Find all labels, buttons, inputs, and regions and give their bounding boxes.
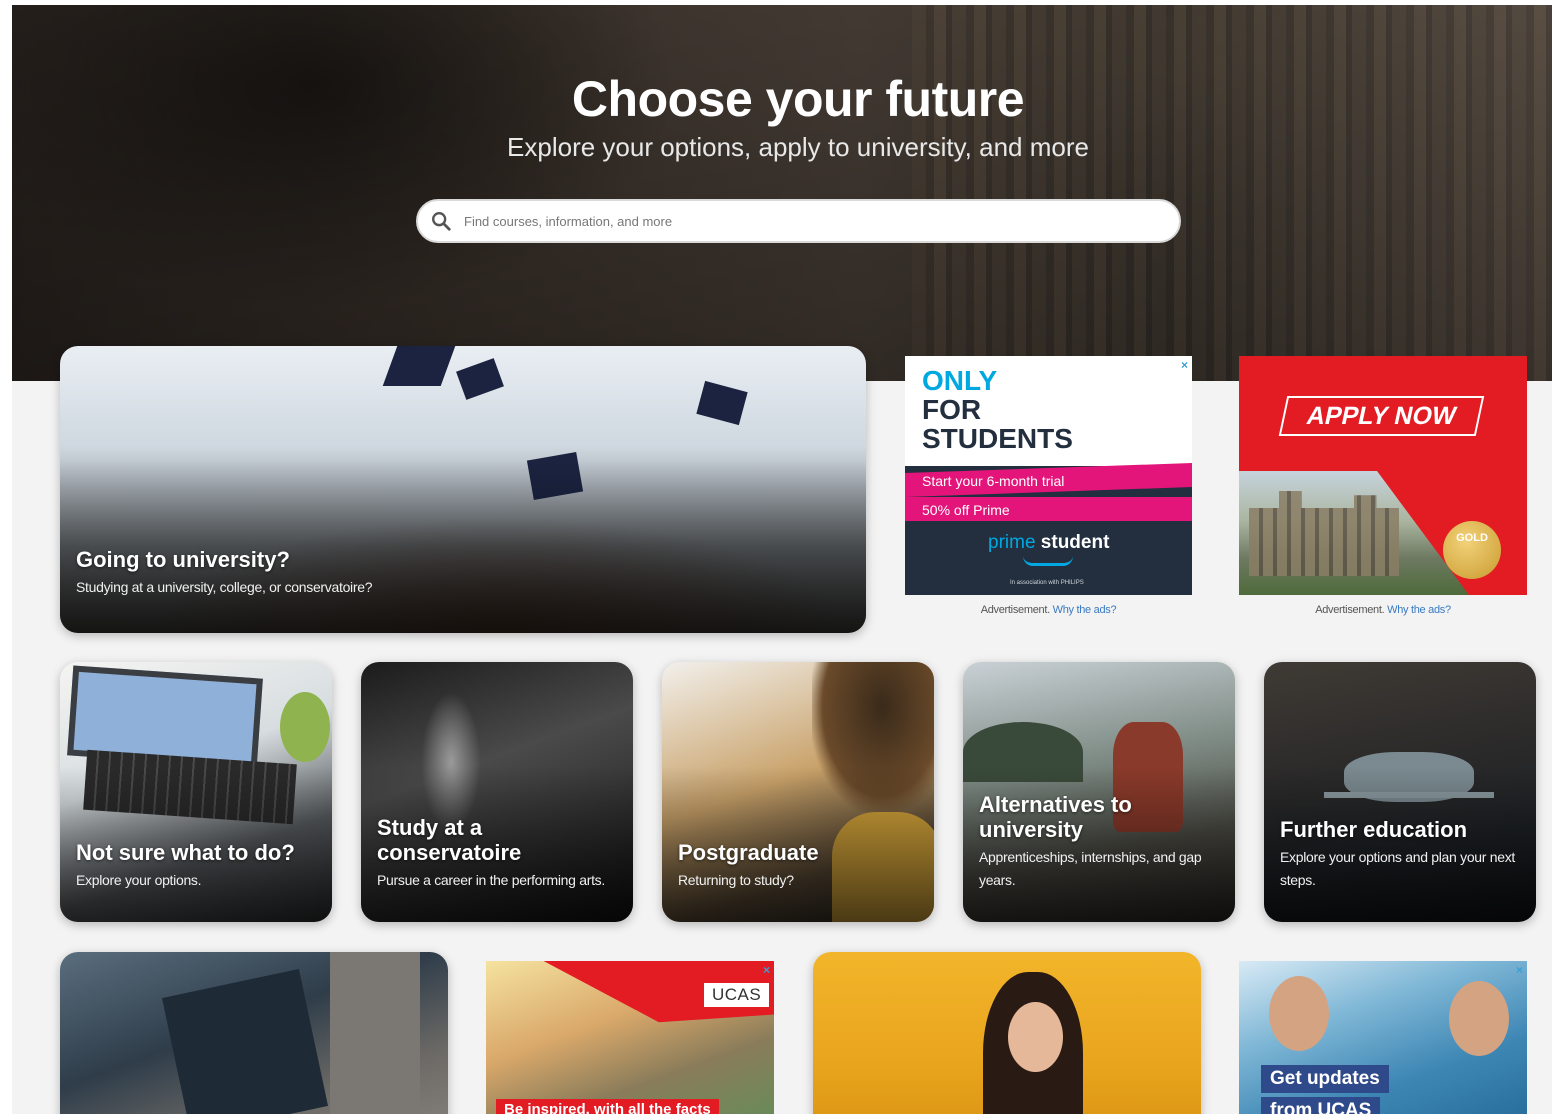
card-description: Explore your options. — [76, 872, 202, 888]
why-ads-link[interactable]: Why the ads? — [1053, 604, 1117, 616]
card-title: Not sure what to do? — [76, 840, 295, 865]
gold-badge-icon: GOLD — [1443, 521, 1501, 579]
ad-ucas-updates[interactable]: Get updates from UCAS × — [1239, 961, 1527, 1114]
ad-caption: Advertisement. Why the ads? — [980, 604, 1117, 616]
ad-prime-student[interactable]: ONLY FOR STUDENTS Start your 6-month tri… — [905, 356, 1192, 595]
page-title: Choose your future — [571, 71, 1025, 127]
ad-headline: Be inspired, with all the facts — [496, 1099, 719, 1114]
ad-close-icon[interactable]: × — [1516, 963, 1523, 977]
hero-banner — [12, 5, 1552, 381]
ad-headline-for: FOR — [922, 394, 982, 425]
ad-ucas-inspired[interactable]: UCAS Be inspired, with all the facts × — [486, 961, 774, 1114]
ad-close-icon[interactable]: × — [763, 963, 770, 977]
card-not-sure[interactable]: Not sure what to do? Explore your option… — [60, 662, 332, 922]
ucas-logo: UCAS — [704, 983, 770, 1007]
ad-headline-line1: Get updates — [1261, 1065, 1389, 1093]
ad-headline-students: STUDENTS — [922, 423, 1073, 454]
card-title: Study at a conservatoire — [377, 815, 522, 865]
ad-apply-now[interactable]: APPLY NOW GOLD — [1239, 356, 1527, 595]
ad-trial-text: Start your 6-month trial — [922, 473, 1065, 489]
card-further-education[interactable]: Further education Explore your options a… — [1264, 662, 1536, 922]
ad-caption: Advertisement. Why the ads? — [1315, 604, 1451, 616]
card-title: Further education — [1280, 817, 1468, 842]
ad-close-icon[interactable]: × — [1181, 358, 1188, 372]
card-money[interactable] — [813, 952, 1201, 1114]
graduation-cap-shape — [382, 346, 456, 386]
card-title: Going to university? — [76, 547, 290, 572]
prime-student-logo: prime student — [988, 532, 1110, 553]
card-conservatoire[interactable]: Study at a conservatoire Pursue a career… — [361, 662, 633, 922]
ad-headline-only: ONLY — [922, 365, 998, 396]
card-description: Explore your options and plan your next … — [1280, 849, 1516, 888]
search-bar[interactable] — [416, 199, 1181, 243]
card-title: Alternatives to university — [979, 792, 1132, 842]
card-description: Studying at a university, college, or co… — [76, 579, 373, 595]
card-title: Postgraduate — [678, 840, 819, 865]
card-alternatives[interactable]: Alternatives to university Apprenticeshi… — [963, 662, 1235, 922]
page-subtitle: Explore your options, apply to universit… — [507, 132, 1089, 162]
card-going-to-university[interactable]: Going to university? Studying at a unive… — [60, 346, 866, 633]
card-clipboard[interactable] — [60, 952, 448, 1114]
why-ads-link[interactable]: Why the ads? — [1387, 604, 1451, 616]
card-description: Returning to study? — [678, 872, 794, 888]
amazon-smile-icon — [1023, 556, 1073, 566]
card-postgraduate[interactable]: Postgraduate Returning to study? — [662, 662, 934, 922]
ad-headline-line2: from UCAS — [1261, 1097, 1381, 1114]
apply-now-button[interactable]: APPLY NOW — [1278, 396, 1485, 436]
clipboard-image — [161, 968, 329, 1114]
ad-offer-text: 50% off Prime — [922, 502, 1010, 518]
search-icon — [432, 212, 451, 231]
card-description: Apprenticeships, internships, and gap ye… — [979, 849, 1202, 888]
search-input[interactable] — [464, 213, 1179, 229]
ad-association: In association with PHILIPS — [1010, 580, 1084, 586]
card-description: Pursue a career in the performing arts. — [377, 872, 605, 888]
